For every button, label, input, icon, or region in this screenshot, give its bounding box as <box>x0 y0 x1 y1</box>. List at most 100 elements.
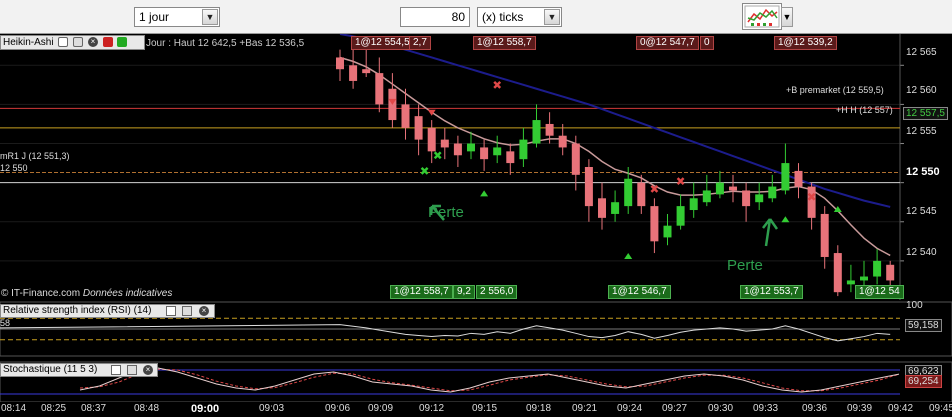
chart-type-button[interactable] <box>742 3 782 30</box>
time-tick-label: 08:25 <box>41 403 67 414</box>
candle-body <box>480 147 489 160</box>
sell-order-box[interactable]: 1@12 539,2 <box>774 36 837 50</box>
sell-order-box[interactable]: 1@12 554,5 <box>351 36 414 50</box>
candle-body <box>467 143 475 152</box>
buy-order-box[interactable]: 1@12 546,7 <box>608 285 671 299</box>
candle-body <box>833 253 842 293</box>
candle-body <box>650 206 659 242</box>
candle-body <box>401 104 410 128</box>
rsi-value-badge: 59,158 <box>905 319 942 332</box>
rsi-level-label: 100 <box>906 300 923 311</box>
wrench-icon[interactable] <box>166 306 176 316</box>
price-tick-current: 12 550 <box>906 166 940 178</box>
sell-order-box[interactable]: 2,7 <box>409 36 431 50</box>
main-panel-header: Heikin-Ashi × <box>0 35 145 50</box>
candle-body <box>860 276 868 281</box>
candle-body <box>493 147 502 156</box>
sell-order-box[interactable]: 1@12 558,7 <box>473 36 536 50</box>
time-tick-label: 09:03 <box>259 403 285 414</box>
units-type-select[interactable]: (x) ticks ▼ <box>477 7 562 27</box>
chart-type-dropdown[interactable]: ▼ <box>781 7 793 27</box>
panel-title: Heikin-Ashi <box>3 37 54 48</box>
chart-candles-icon <box>744 5 780 28</box>
candle-body <box>349 65 358 81</box>
candle-body <box>794 170 803 187</box>
candle-body <box>558 135 567 148</box>
candle-body <box>676 206 685 226</box>
time-tick-label: 09:33 <box>753 403 779 414</box>
time-tick-label: 09:39 <box>847 403 873 414</box>
sell-order-box[interactable]: 0@12 547,7 <box>636 36 699 50</box>
time-tick-label: 08:14 <box>1 403 27 414</box>
time-tick-label: 09:15 <box>472 403 498 414</box>
green-arrow-icon[interactable] <box>117 37 128 48</box>
time-tick-label: 09:06 <box>325 403 351 414</box>
price-tick: 12 565 <box>906 47 937 58</box>
trading-platform-window: 1 jour ▼ 80 (x) ticks ▼ ▼ Heikin-Ashi × … <box>0 0 952 417</box>
candle-body <box>820 213 829 257</box>
rsi-title: Relative strength index (RSI) (14) <box>3 305 152 316</box>
buy-order-box[interactable]: 9,2 <box>453 285 475 299</box>
time-tick-label: 09:09 <box>368 403 394 414</box>
time-tick-label: 09:21 <box>572 403 598 414</box>
price-tick: 12 545 <box>906 206 937 217</box>
candle-body <box>807 186 816 218</box>
time-tick-label: 09:12 <box>419 403 445 414</box>
candle-body <box>545 123 554 136</box>
candle-body <box>781 163 790 191</box>
watermark-note: Données indicatives <box>82 288 173 299</box>
units-value: 80 <box>451 10 465 24</box>
red-arrow-icon[interactable] <box>102 37 113 48</box>
candle-body <box>506 151 515 164</box>
candle-body <box>414 116 423 140</box>
candle-body <box>742 190 751 207</box>
wrench-icon[interactable] <box>58 37 69 48</box>
high-line-label: +H H (12 557) <box>836 105 893 115</box>
time-axis: 08:14 08:25 08:37 08:48 09:00 09:03 09:06 09:09… <box>0 402 952 417</box>
units-value-input[interactable]: 80 <box>400 7 470 27</box>
close-icon[interactable]: × <box>87 37 98 48</box>
chevron-down-icon[interactable]: ▼ <box>544 9 560 25</box>
time-tick-label: 09:27 <box>662 403 688 414</box>
timeframe-value: 1 jour <box>139 10 170 24</box>
time-tick-label: 08:48 <box>134 403 160 414</box>
buy-order-box[interactable]: 2 556,0 <box>476 285 518 299</box>
chart-toolbar: 1 jour ▼ 80 (x) ticks ▼ ▼ <box>0 0 952 34</box>
buy-order-box[interactable]: 1@12 553,7 <box>740 285 803 299</box>
candle-body <box>427 127 436 152</box>
candle-body <box>336 57 344 70</box>
window-icon[interactable] <box>182 306 192 316</box>
stoch-d-badge: 69,254 <box>905 375 942 388</box>
premarket-line-label: +B premarket (12 559,5) <box>786 85 884 95</box>
candle-body <box>886 264 895 281</box>
candle-body <box>729 186 737 191</box>
level-line-label: 12 550 <box>0 163 28 173</box>
time-tick-label: 09:18 <box>526 403 552 414</box>
chevron-down-icon[interactable]: ▼ <box>202 9 218 25</box>
buy-order-box[interactable]: 1@12 558,7 <box>390 285 453 299</box>
stoch-panel-header: Stochastique (11 5 3) × <box>0 363 158 377</box>
candle-body <box>519 139 528 160</box>
sell-order-box[interactable]: 0 <box>700 36 714 50</box>
mr1-line-label: mR1 J (12 551,3) <box>0 151 70 161</box>
candle-body <box>637 182 646 207</box>
time-tick-label: 09:45 <box>929 403 952 414</box>
candle-body <box>584 167 593 207</box>
candle-body <box>440 139 449 148</box>
window-icon[interactable] <box>127 365 137 375</box>
units-type-value: (x) ticks <box>482 10 524 24</box>
watermark: © IT-Finance.com Données indicatives <box>1 288 172 299</box>
buy-order-box[interactable]: 1@12 54 <box>855 285 904 299</box>
timeframe-select[interactable]: 1 jour ▼ <box>134 7 220 27</box>
candle-body <box>689 198 698 211</box>
close-icon[interactable]: × <box>143 365 153 375</box>
close-icon[interactable]: × <box>199 306 209 316</box>
candle-body <box>362 69 371 74</box>
wrench-icon[interactable] <box>111 365 121 375</box>
window-icon[interactable] <box>73 37 84 48</box>
candle-body <box>598 198 606 218</box>
time-tick-label: 08:37 <box>81 403 107 414</box>
candle-body <box>755 194 764 203</box>
rsi-left-tick: 58 <box>0 318 11 328</box>
candle-body <box>532 120 541 144</box>
